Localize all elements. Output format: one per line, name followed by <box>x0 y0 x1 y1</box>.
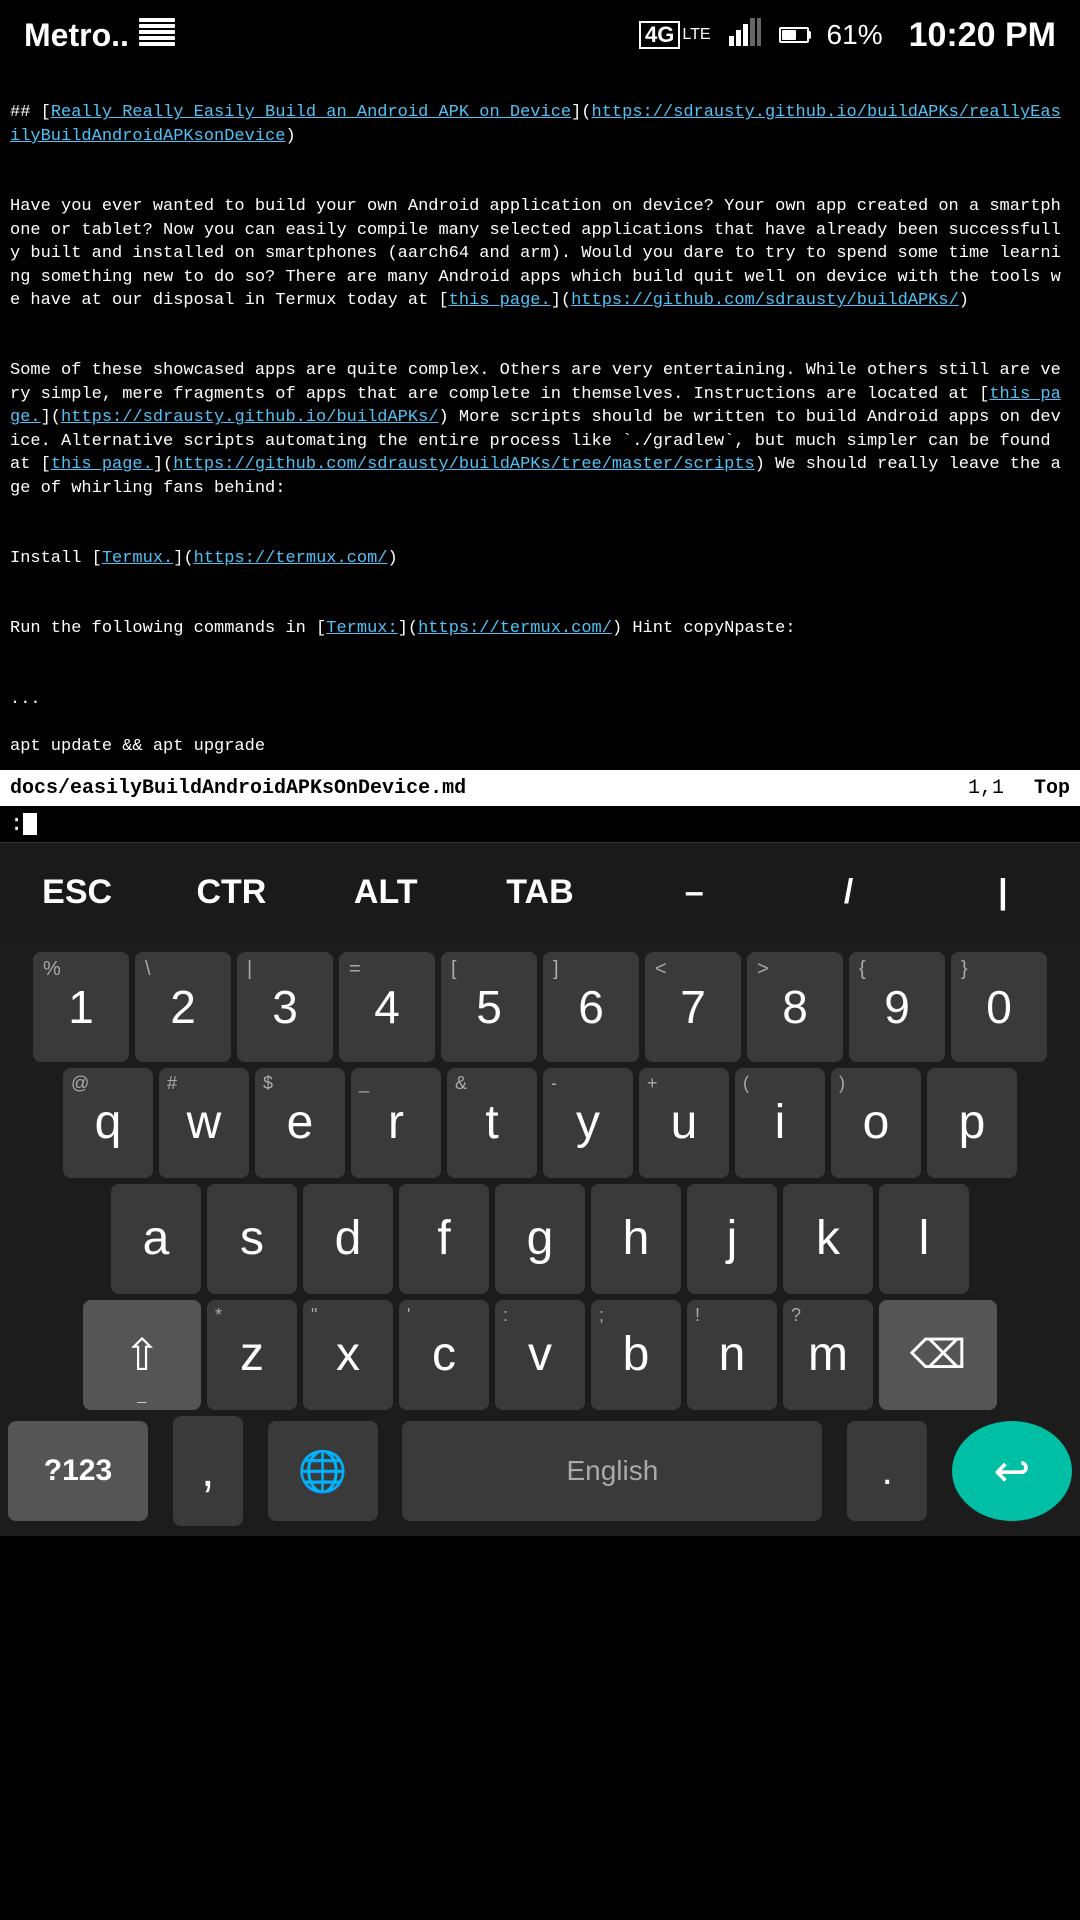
key-8[interactable]: >8 <box>747 952 843 1062</box>
scroll-position: Top <box>1034 777 1070 800</box>
key-s[interactable]: s <box>207 1184 297 1294</box>
vim-command-line: : <box>0 806 1080 842</box>
number-row: %1 \2 |3 =4 [5 ]6 <7 >8 {9 }0 <box>0 952 1080 1062</box>
key-a[interactable]: a <box>111 1184 201 1294</box>
key-y[interactable]: -y <box>543 1068 633 1178</box>
pipe-key[interactable]: | <box>926 843 1080 942</box>
key-v[interactable]: :v <box>495 1300 585 1410</box>
key-m[interactable]: ?m <box>783 1300 873 1410</box>
key-0[interactable]: }0 <box>951 952 1047 1062</box>
network-icon: 4G LTE <box>639 21 711 49</box>
key-e[interactable]: $e <box>255 1068 345 1178</box>
key-o[interactable]: )o <box>831 1068 921 1178</box>
keyboard: %1 \2 |3 =4 [5 ]6 <7 >8 {9 }0 @q #w $e _… <box>0 942 1080 1536</box>
key-5[interactable]: [5 <box>441 952 537 1062</box>
key-k[interactable]: k <box>783 1184 873 1294</box>
key-q[interactable]: @q <box>63 1068 153 1178</box>
comma-key[interactable]: , <box>173 1416 243 1526</box>
backspace-key[interactable]: ⌫ <box>879 1300 997 1410</box>
key-7[interactable]: <7 <box>645 952 741 1062</box>
lte-label: LTE <box>682 26 710 44</box>
key-3[interactable]: |3 <box>237 952 333 1062</box>
key-p[interactable]: p <box>927 1068 1017 1178</box>
key-1[interactable]: %1 <box>33 952 129 1062</box>
key-b[interactable]: ;b <box>591 1300 681 1410</box>
key-z[interactable]: *z <box>207 1300 297 1410</box>
key-w[interactable]: #w <box>159 1068 249 1178</box>
esc-key[interactable]: ESC <box>0 843 154 942</box>
cmd-prompt: : <box>10 812 23 837</box>
filename-display: docs/easilyBuildAndroidAPKsOnDevice.md <box>10 777 466 800</box>
slash-key[interactable]: / <box>771 843 925 942</box>
carrier-name: Metro.. <box>24 17 129 54</box>
keyboard-icon <box>139 17 175 54</box>
cursor-position: 1,1 <box>968 777 1004 800</box>
cursor-block <box>23 813 37 835</box>
key-2[interactable]: \2 <box>135 952 231 1062</box>
symbols-key[interactable]: ?123 <box>8 1421 148 1521</box>
spacebar[interactable]: English <box>402 1421 822 1521</box>
battery-percent: 61% <box>827 19 883 51</box>
key-f[interactable]: f <box>399 1184 489 1294</box>
ctrl-key[interactable]: CTR <box>154 843 308 942</box>
key-j[interactable]: j <box>687 1184 777 1294</box>
key-4[interactable]: =4 <box>339 952 435 1062</box>
terminal-area: ## [Really Really Easily Build an Androi… <box>0 70 1080 770</box>
key-x[interactable]: "x <box>303 1300 393 1410</box>
4g-label: 4G <box>639 21 680 49</box>
key-l[interactable]: l <box>879 1184 969 1294</box>
special-keys-row[interactable]: ESC CTR ALT TAB – / | <box>0 842 1080 942</box>
bottom-row: ?123 , 🌐 English . ↩ <box>0 1416 1080 1536</box>
key-r[interactable]: _r <box>351 1068 441 1178</box>
carrier-info: Metro.. <box>24 17 175 54</box>
signal-bars-icon <box>729 18 761 53</box>
alt-key[interactable]: ALT <box>309 843 463 942</box>
key-n[interactable]: !n <box>687 1300 777 1410</box>
globe-key[interactable]: 🌐 <box>268 1421 378 1521</box>
enter-key[interactable]: ↩ <box>952 1421 1072 1521</box>
key-9[interactable]: {9 <box>849 952 945 1062</box>
key-u[interactable]: +u <box>639 1068 729 1178</box>
key-t[interactable]: &t <box>447 1068 537 1178</box>
status-bar: Metro.. 4G LTE <box>0 0 1080 70</box>
asdf-row: a s d f g h j k l <box>0 1184 1080 1294</box>
key-d[interactable]: d <box>303 1184 393 1294</box>
shift-key[interactable]: ⇧ _ <box>83 1300 201 1410</box>
status-icons: 4G LTE 61% 10:20 PM <box>639 16 1056 55</box>
qwerty-row: @q #w $e _r &t -y +u (i )o p <box>0 1068 1080 1178</box>
period-key[interactable]: . <box>847 1421 927 1521</box>
terminal-content: ## [Really Really Easily Build an Androi… <box>10 78 1070 770</box>
key-h[interactable]: h <box>591 1184 681 1294</box>
zxcv-row: ⇧ _ *z "x 'c :v ;b !n ?m ⌫ <box>0 1300 1080 1410</box>
key-g[interactable]: g <box>495 1184 585 1294</box>
dash-key[interactable]: – <box>617 843 771 942</box>
battery-icon <box>779 27 809 43</box>
key-c[interactable]: 'c <box>399 1300 489 1410</box>
vim-status-line: docs/easilyBuildAndroidAPKsOnDevice.md 1… <box>0 770 1080 806</box>
time-display: 10:20 PM <box>909 16 1056 55</box>
key-i[interactable]: (i <box>735 1068 825 1178</box>
tab-key[interactable]: TAB <box>463 843 617 942</box>
key-6[interactable]: ]6 <box>543 952 639 1062</box>
